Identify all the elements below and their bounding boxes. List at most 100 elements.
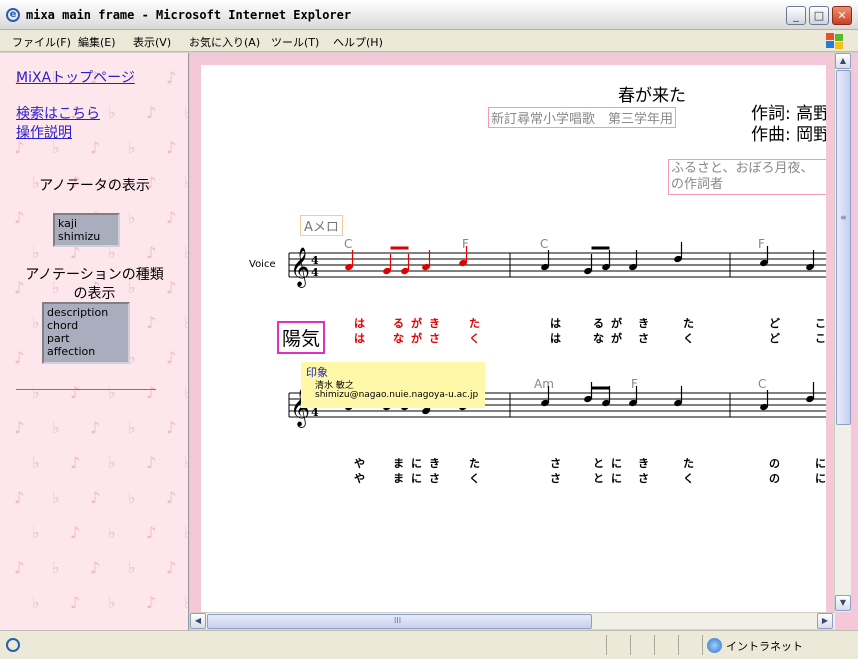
lyric-syllable: る (393, 317, 404, 330)
time-signature-bottom: 4 (311, 266, 319, 279)
music-note-icon: ♪ (14, 348, 24, 367)
page-status-icon (6, 638, 20, 652)
menu-tools[interactable]: ツール(T) (271, 34, 319, 50)
music-note-icon: ♪ (166, 488, 176, 507)
lyric-syllable: た (683, 317, 694, 330)
music-note-icon: ♭ (128, 488, 136, 507)
annotation-type-listbox[interactable]: description chord part affection (42, 302, 130, 364)
affection-annotation[interactable]: 陽気 (277, 321, 326, 354)
annotation-type-option[interactable]: chord (47, 319, 125, 332)
music-note-icon: ♭ (184, 523, 189, 542)
intranet-zone-icon (707, 638, 722, 653)
music-note-icon: ♭ (184, 453, 189, 472)
annotation-type-option[interactable]: part (47, 332, 125, 345)
search-link[interactable]: 検索はこちら (16, 103, 100, 123)
music-note-icon: ♭ (184, 103, 189, 122)
chord-symbol: C (758, 377, 766, 391)
grip-icon: ≡ (840, 213, 847, 222)
music-note-icon: ♭ (128, 418, 136, 437)
music-note-icon: ♪ (70, 523, 80, 542)
grip-icon: III (394, 616, 402, 625)
music-note-icon: ♭ (184, 593, 189, 612)
status-divider (678, 635, 679, 655)
horizontal-scrollbar[interactable]: ◀ III ▶ (190, 612, 835, 629)
scroll-down-icon[interactable]: ▼ (835, 595, 851, 611)
lyric-syllable: る (593, 317, 604, 330)
music-note-icon: ♭ (32, 243, 40, 262)
lyric-syllable: が (411, 331, 422, 345)
lyric-syllable: と (593, 457, 604, 470)
lyric-syllable: ど (769, 332, 780, 345)
annotation-type-option[interactable]: description (47, 306, 125, 319)
lyric-syllable: た (469, 317, 480, 330)
music-note-icon: ♭ (108, 453, 116, 472)
status-bar: イントラネット (0, 630, 858, 659)
close-button[interactable]: ✕ (832, 6, 852, 25)
window-title: mixa main frame - Microsoft Internet Exp… (26, 8, 352, 22)
menu-file[interactable]: ファイル(F) (12, 34, 71, 50)
music-note-icon: ♪ (90, 418, 100, 437)
scroll-left-icon[interactable]: ◀ (190, 613, 206, 629)
annotator-option[interactable]: kaji (58, 217, 115, 230)
music-note-icon: ♭ (108, 523, 116, 542)
lyric-syllable: ま (393, 472, 404, 485)
music-note-icon: ♪ (166, 418, 176, 437)
lyric-syllable: に (411, 472, 422, 485)
music-note-icon: ♪ (166, 558, 176, 577)
scroll-up-icon[interactable]: ▲ (835, 53, 851, 69)
menu-view[interactable]: 表示(V) (133, 34, 171, 50)
menu-edit[interactable]: 編集(E) (78, 34, 116, 50)
lyric-syllable: さ (429, 332, 440, 345)
lyric-syllable: き (638, 317, 649, 330)
lyric-syllable: く (469, 332, 480, 345)
status-divider (702, 635, 703, 655)
mixa-top-page-link[interactable]: MiXAトップページ (16, 67, 135, 87)
staff-system: 𝄞 44C F C Fはるがきたはるがきたどこはながさくはながさくどこ (288, 237, 826, 345)
music-note-icon: ♭ (32, 313, 40, 332)
annotation-type-heading-cont: の表示 (73, 286, 116, 302)
lyric-syllable: こ (815, 317, 826, 330)
lyric-syllable: が (411, 316, 422, 330)
treble-clef-icon: 𝄞 (290, 247, 310, 288)
music-note-icon: ♭ (32, 523, 40, 542)
score-frame: 春が来た 新訂尋常小学唱歌 第三学年用 作詞: 高野 作曲: 岡野 ふるさと、お… (190, 53, 858, 630)
security-zone: イントラネット (726, 640, 803, 653)
menu-bar: ファイル(F) 編集(E) 表示(V) お気に入り(A) ツール(T) ヘルプ(… (0, 30, 858, 52)
instructions-link[interactable]: 操作説明 (16, 122, 72, 142)
vertical-scrollbar[interactable]: ▲ ≡ ▼ (834, 53, 851, 612)
music-note-icon: ♭ (128, 138, 136, 157)
lyric-syllable: に (411, 457, 422, 470)
menu-help[interactable]: ヘルプ(H) (333, 34, 383, 50)
annotation-type-option[interactable]: affection (47, 345, 125, 358)
scroll-right-icon[interactable]: ▶ (817, 613, 833, 629)
tooltip-email: shimizu@nagao.nuie.nagoya-u.ac.jp (315, 390, 479, 400)
music-note-icon: ♭ (52, 558, 60, 577)
music-note-icon: ♪ (90, 488, 100, 507)
annotation-tooltip: 印象 清水 敏之 shimizu@nagao.nuie.nagoya-u.ac.… (301, 362, 485, 408)
vertical-scroll-thumb[interactable] (836, 70, 851, 425)
lyric-syllable: さ (638, 472, 649, 485)
lyric-syllable: は (550, 317, 561, 330)
lyric-syllable: に (611, 472, 622, 485)
lyric-syllable: は (354, 317, 365, 330)
annotator-listbox[interactable]: kaji shimizu (53, 213, 120, 247)
lyric-syllable: が (611, 316, 622, 330)
music-note-icon: ♪ (146, 243, 156, 262)
chord-symbol: Am (534, 377, 554, 391)
lyric-syllable: く (683, 332, 694, 345)
menu-favorites[interactable]: お気に入り(A) (189, 34, 260, 50)
music-note-icon: ♪ (14, 418, 24, 437)
music-note-icon: ♭ (184, 383, 189, 402)
annotator-option[interactable]: shimizu (58, 230, 115, 243)
lyric-syllable: に (815, 472, 826, 485)
music-note-icon: ♪ (166, 348, 176, 367)
music-note-icon: ♪ (166, 68, 176, 87)
minimize-button[interactable]: _ (786, 6, 806, 25)
lyric-syllable: く (469, 472, 480, 485)
music-note-icon: ♪ (14, 558, 24, 577)
status-divider (606, 635, 607, 655)
maximize-button[interactable]: □ (809, 6, 829, 25)
lyric-syllable: が (611, 331, 622, 345)
windows-logo-icon (826, 33, 844, 49)
music-note-icon: ♪ (146, 523, 156, 542)
